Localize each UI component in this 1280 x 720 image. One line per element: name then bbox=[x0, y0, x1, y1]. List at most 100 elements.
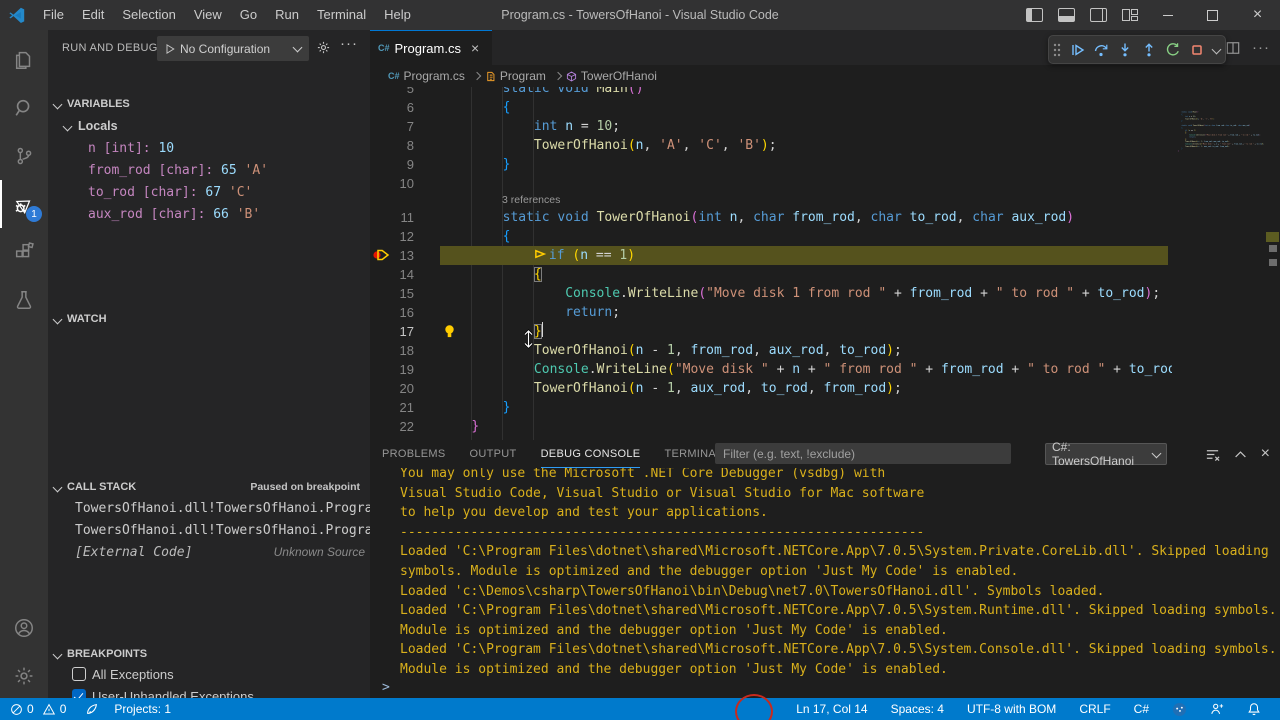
toggle-sidebar-icon[interactable] bbox=[1026, 8, 1043, 22]
call-stack-frame[interactable]: TowersOfHanoi.dll!TowersOfHanoi.Program.… bbox=[48, 497, 370, 519]
code-line-5[interactable]: static void Main() bbox=[440, 87, 644, 98]
settings-gear-icon[interactable] bbox=[0, 652, 48, 700]
variables-section-header[interactable]: VARIABLES bbox=[48, 93, 370, 115]
line-number-15[interactable]: 15 bbox=[374, 284, 414, 303]
line-number-6[interactable]: 6 bbox=[374, 98, 414, 117]
breakpoint-checkbox[interactable] bbox=[72, 689, 86, 698]
breakpoint-checkbox[interactable] bbox=[72, 667, 86, 681]
notifications-bell-icon[interactable] bbox=[1247, 702, 1261, 716]
start-debug-icon[interactable] bbox=[164, 43, 176, 55]
continue-button[interactable] bbox=[1065, 38, 1089, 62]
line-number-16[interactable]: 16 bbox=[374, 303, 414, 322]
menu-file[interactable]: File bbox=[34, 0, 73, 30]
locals-scope-row[interactable]: Locals bbox=[48, 115, 370, 137]
line-number-20[interactable]: 20 bbox=[374, 379, 414, 398]
variable-row-from_rod[interactable]: from_rod [char]: 65 'A' bbox=[48, 159, 370, 181]
code-content[interactable]: static void Main() { int n = 10; TowerOf… bbox=[440, 87, 1172, 440]
call-stack-frame[interactable]: [External Code]Unknown Source0 bbox=[48, 541, 370, 563]
extensions-icon[interactable] bbox=[0, 228, 48, 276]
toolbar-drag-handle[interactable] bbox=[1049, 38, 1065, 62]
variable-row-n[interactable]: n [int]: 10 bbox=[48, 137, 370, 159]
code-line-15[interactable]: Console.WriteLine("Move disk 1 from rod … bbox=[440, 284, 1160, 303]
line-number-12[interactable]: 12 bbox=[374, 227, 414, 246]
watch-section-header[interactable]: WATCH bbox=[48, 308, 370, 330]
panel-tab-terminal[interactable]: TERMINAL bbox=[664, 440, 722, 468]
run-and-debug-icon[interactable]: 1 bbox=[0, 180, 48, 228]
minimap[interactable]: static void Main() { int n = 10; TowerOf… bbox=[1172, 111, 1264, 440]
split-editor-icon[interactable] bbox=[1226, 41, 1240, 55]
overview-ruler[interactable] bbox=[1264, 87, 1280, 440]
close-panel-icon[interactable]: × bbox=[1261, 445, 1270, 463]
debug-session-status[interactable] bbox=[85, 702, 99, 716]
csharp-extension-status-icon[interactable] bbox=[1172, 702, 1187, 717]
debug-console-input[interactable]: > bbox=[382, 680, 1272, 698]
breakpoint-row-user-unhandled-exceptions[interactable]: User-Unhandled Exceptions bbox=[48, 685, 370, 698]
line-number-14[interactable]: 14 bbox=[374, 265, 414, 284]
toggle-panel-icon[interactable] bbox=[1058, 8, 1075, 22]
code-line-11[interactable]: static void TowerOfHanoi(int n, char fro… bbox=[440, 208, 1074, 227]
testing-icon[interactable] bbox=[0, 276, 48, 324]
lightbulb-icon[interactable] bbox=[443, 324, 456, 344]
breakpoint-row-all-exceptions[interactable]: All Exceptions bbox=[48, 663, 370, 685]
menu-edit[interactable]: Edit bbox=[73, 0, 113, 30]
clear-console-icon[interactable] bbox=[1205, 447, 1220, 462]
line-number-17[interactable]: 17 bbox=[374, 322, 414, 341]
code-line-7[interactable]: int n = 10; bbox=[440, 117, 620, 136]
line-number-7[interactable]: 7 bbox=[374, 117, 414, 136]
editor-gutter[interactable]: 5678910111213141516171819202122 bbox=[370, 87, 440, 440]
line-number-19[interactable]: 19 bbox=[374, 360, 414, 379]
code-line-20[interactable]: TowerOfHanoi(n - 1, aux_rod, to_rod, fro… bbox=[440, 379, 902, 398]
step-into-button[interactable] bbox=[1113, 38, 1137, 62]
eol-status[interactable]: CRLF bbox=[1079, 702, 1110, 716]
stop-options-chevron-icon[interactable] bbox=[1209, 38, 1223, 62]
panel-tab-debug-console[interactable]: DEBUG CONSOLE bbox=[541, 440, 641, 468]
close-window-button[interactable]: × bbox=[1235, 0, 1280, 30]
code-line-16[interactable]: return; bbox=[440, 303, 620, 322]
menu-terminal[interactable]: Terminal bbox=[308, 0, 375, 30]
close-tab-icon[interactable]: × bbox=[471, 40, 479, 56]
code-line-13[interactable]: if (n == 1) bbox=[440, 246, 635, 265]
indentation-status[interactable]: Spaces: 4 bbox=[891, 702, 944, 716]
code-line-8[interactable]: TowerOfHanoi(n, 'A', 'C', 'B'); bbox=[440, 136, 777, 155]
code-line-9[interactable]: } bbox=[440, 155, 510, 174]
code-line-12[interactable]: { bbox=[440, 227, 510, 246]
code-line-21[interactable]: } bbox=[440, 398, 510, 417]
code-line-14[interactable]: { bbox=[440, 265, 542, 284]
line-number-5[interactable]: 5 bbox=[374, 87, 414, 98]
line-number-11[interactable]: 11 bbox=[374, 208, 414, 227]
code-line-19[interactable]: Console.WriteLine("Move disk " + n + " f… bbox=[440, 360, 1172, 379]
menu-go[interactable]: Go bbox=[231, 0, 266, 30]
maximize-panel-icon[interactable] bbox=[1234, 448, 1247, 461]
minimize-button[interactable] bbox=[1145, 0, 1190, 30]
toggle-secondary-sidebar-icon[interactable] bbox=[1090, 8, 1107, 22]
encoding-status[interactable]: UTF-8 with BOM bbox=[967, 702, 1056, 716]
code-line-22[interactable]: } bbox=[440, 417, 479, 436]
code-line-18[interactable]: TowerOfHanoi(n - 1, from_rod, aux_rod, t… bbox=[440, 341, 902, 360]
tab-program-cs[interactable]: C# Program.cs × bbox=[370, 30, 492, 65]
line-number-21[interactable]: 21 bbox=[374, 398, 414, 417]
editor-more-actions-icon[interactable]: ··· bbox=[1252, 39, 1270, 56]
menu-help[interactable]: Help bbox=[375, 0, 420, 30]
line-number-10[interactable]: 10 bbox=[374, 174, 414, 193]
problems-status[interactable]: 0 0 bbox=[10, 702, 66, 716]
variable-row-to_rod[interactable]: to_rod [char]: 67 'C' bbox=[48, 181, 370, 203]
language-mode-status[interactable]: C# bbox=[1134, 702, 1149, 716]
menu-view[interactable]: View bbox=[185, 0, 231, 30]
debug-settings-gear-icon[interactable] bbox=[316, 40, 331, 55]
accounts-icon[interactable] bbox=[0, 604, 48, 652]
explorer-icon[interactable] bbox=[0, 36, 48, 84]
step-over-button[interactable] bbox=[1089, 38, 1113, 62]
stop-button[interactable] bbox=[1185, 38, 1209, 62]
console-filter-input[interactable] bbox=[715, 443, 1011, 464]
cursor-position-status[interactable]: Ln 17, Col 14 bbox=[796, 702, 867, 716]
line-number-18[interactable]: 18 bbox=[374, 341, 414, 360]
breakpoints-section-header[interactable]: BREAKPOINTS bbox=[48, 643, 370, 665]
views-more-actions-icon[interactable]: ··· bbox=[340, 35, 358, 52]
step-out-button[interactable] bbox=[1137, 38, 1161, 62]
line-number-9[interactable]: 9 bbox=[374, 155, 414, 174]
feedback-person-icon[interactable] bbox=[1210, 702, 1224, 716]
call-stack-frame[interactable]: TowersOfHanoi.dll!TowersOfHanoi.Program.… bbox=[48, 519, 370, 541]
line-number-22[interactable]: 22 bbox=[374, 417, 414, 436]
menu-selection[interactable]: Selection bbox=[113, 0, 184, 30]
codelens-references[interactable]: 3 references bbox=[502, 193, 560, 208]
